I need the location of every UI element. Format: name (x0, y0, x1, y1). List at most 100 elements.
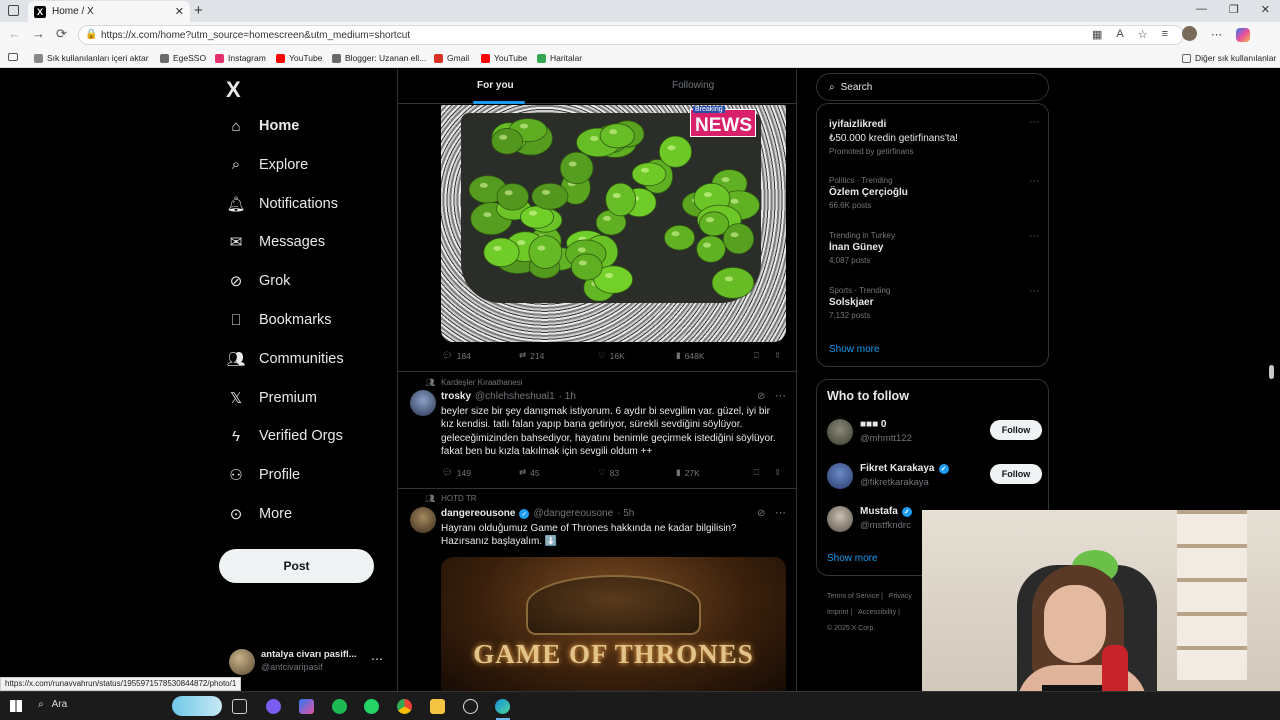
share-button[interactable]: ⇪ (774, 350, 781, 361)
favorite-star-icon[interactable]: ☆ (1138, 28, 1148, 42)
copilot-icon[interactable] (1236, 28, 1251, 42)
new-tab-button[interactable]: + (194, 2, 203, 19)
tweet-more-icon[interactable]: ⋯ (775, 389, 786, 402)
bookmark-item[interactable]: YouTube (481, 53, 527, 63)
reply-button[interactable]: 💬︎ 149 (442, 467, 471, 478)
close-window-icon[interactable]: ✕ (1261, 3, 1270, 16)
trend-more-icon[interactable]: ⋯ (1029, 117, 1039, 128)
grok-icon[interactable]: ⊘ (757, 508, 765, 519)
bookmark-item[interactable]: Haritalar (537, 53, 582, 63)
like-button[interactable]: ♡ 16K (598, 350, 625, 361)
trend-item[interactable]: Sports · Trending Solskjaer 7,132 posts ⋯ (829, 286, 1039, 320)
browser-tab[interactable]: X Home / X ✕ (28, 1, 190, 22)
tweet2-avatar[interactable] (410, 390, 436, 416)
trends-show-more[interactable]: Show more (829, 344, 880, 355)
bookmark-item[interactable]: YouTube (276, 53, 322, 63)
footer-privacy[interactable]: Privacy (889, 593, 912, 600)
who-to-follow-item[interactable]: ■■■ 0 @mhmtt122 Follow (827, 417, 1042, 447)
nav-item-premium[interactable]: 𝕏 Premium (227, 389, 317, 407)
repost-button[interactable]: ⇄ 45 (519, 467, 540, 478)
url-input[interactable]: 🔒 https://x.com/home?utm_source=homescre… (78, 25, 1184, 45)
account-switcher[interactable]: antalya civarı pasifl... @antcivaripasif… (229, 647, 389, 679)
who-show-more[interactable]: Show more (827, 553, 878, 564)
spotify-icon[interactable] (332, 699, 347, 714)
tweet-image-game-of-thrones[interactable]: GAME OF THRONES (441, 557, 786, 691)
tweet-more-icon[interactable]: ⋯ (775, 506, 786, 519)
trend-more-icon[interactable]: ⋯ (1029, 286, 1039, 297)
bookmark-item[interactable]: EgeSSO (160, 53, 206, 63)
edge-icon[interactable] (495, 699, 510, 714)
tweet3-handle[interactable]: @dangereousone (533, 508, 613, 519)
copilot-taskbar-icon[interactable] (299, 699, 314, 714)
chrome-icon[interactable] (397, 699, 412, 714)
who-to-follow-item[interactable]: Fikret Karakaya ✓ @fikretkarakaya Follow (827, 461, 1042, 491)
tweet-image-peppers[interactable]: Breaking NEWS (441, 105, 786, 342)
nav-item-communities[interactable]: 👥︎ Communities (226, 350, 343, 368)
grok-icon[interactable]: ⊘ (757, 391, 765, 402)
forward-icon[interactable]: → (32, 26, 45, 41)
back-icon[interactable]: ← (8, 26, 21, 41)
refresh-icon[interactable]: ⟳ (56, 26, 67, 42)
close-tab-icon[interactable]: ✕ (175, 5, 184, 18)
nav-item-explore[interactable]: ⌕ Explore (227, 156, 308, 174)
app-icon[interactable] (266, 699, 281, 714)
nav-item-home[interactable]: ⌂ Home (227, 117, 299, 135)
read-aloud-icon[interactable]: A (1116, 28, 1123, 42)
maximize-icon[interactable]: ❐ (1229, 3, 1239, 16)
taskbar-search[interactable]: ⌕ Ara (38, 699, 67, 710)
nav-item-grok[interactable]: ⊘ Grok (227, 272, 291, 290)
tab-actions-icon[interactable] (8, 5, 19, 16)
follow-button[interactable]: Follow (990, 420, 1042, 440)
follow-button[interactable]: Follow (990, 464, 1042, 484)
bookmark-item[interactable]: Instagram (215, 53, 266, 63)
favorites-icon[interactable]: ≡ (1162, 28, 1168, 42)
tweet2-context[interactable]: 👥︎ Kardeşler Kıraathanesi (425, 378, 523, 387)
nav-item-profile[interactable]: ⚇ Profile (227, 466, 300, 484)
settings-more-icon[interactable]: ⋯ (1211, 28, 1222, 42)
footer-accessibility[interactable]: Accessibility | (858, 609, 900, 616)
tweet2-time[interactable]: · 1h (559, 391, 576, 402)
tab-following[interactable]: Following (672, 80, 714, 91)
bookmark-menu-icon[interactable] (8, 53, 18, 61)
reply-button[interactable]: 💬︎ 184 (442, 350, 471, 361)
footer-imprint[interactable]: Imprint | (827, 609, 852, 616)
repost-button[interactable]: ⇄ 214 (519, 350, 544, 361)
tweet3-author[interactable]: dangereousone (441, 508, 515, 519)
tweet3-avatar[interactable] (410, 507, 436, 533)
bookmark-button[interactable]: ⎕ (754, 467, 759, 478)
nav-item-verified-orgs[interactable]: ϟ Verified Orgs (227, 427, 343, 445)
profile-avatar[interactable] (1182, 26, 1198, 41)
nav-item-more[interactable]: ⊙ More (227, 505, 292, 523)
x-logo-icon[interactable]: X (226, 77, 241, 103)
nav-item-messages[interactable]: ✉ Messages (227, 233, 325, 251)
share-button[interactable]: ⇪ (774, 467, 781, 478)
trend-item[interactable]: Politics · Trending Özlem Çerçioğlu 66.6K … (829, 176, 1039, 210)
footer-terms[interactable]: Terms of Service | (827, 593, 883, 600)
whatsapp-icon[interactable] (364, 699, 379, 714)
page-scrollbar[interactable] (1269, 365, 1274, 379)
bookmark-item[interactable]: Gmail (434, 53, 469, 63)
trend-item[interactable]: Trending in Turkey İnan Güney 4,087 posts ⋯ (829, 231, 1039, 265)
bookmark-item[interactable]: Sık kullanılanları içeri aktar (34, 53, 149, 63)
task-view-icon[interactable] (232, 699, 247, 714)
windows-start-icon[interactable] (10, 700, 22, 712)
search-input[interactable]: ⌕ Search (816, 73, 1049, 101)
trend-more-icon[interactable]: ⋯ (1029, 176, 1039, 187)
bookmark-button[interactable]: ⎕ (754, 350, 759, 361)
obs-icon[interactable] (463, 699, 478, 714)
app-available-icon[interactable]: ▦ (1092, 28, 1102, 42)
bookmark-item[interactable]: Blogger: Uzanan ell... (332, 53, 426, 63)
nav-item-bookmarks[interactable]: ⎕ Bookmarks (227, 311, 331, 329)
tweet2-handle[interactable]: @chlehsheshual1 (475, 391, 555, 402)
other-favorites[interactable]: Diğer sık kullanılanlar (1182, 53, 1276, 63)
tweet3-context[interactable]: 👥︎ HOTD TR (425, 494, 477, 503)
tweet2-author[interactable]: trosky (441, 391, 471, 402)
trend-item[interactable]: iyifaizlikredi ₺50.000 kredin getirfinans… (829, 117, 1039, 156)
account-more-icon[interactable]: ⋯ (371, 652, 383, 666)
like-button[interactable]: ♡ 83 (598, 467, 619, 478)
views-button[interactable]: ▮ 648K (676, 350, 705, 361)
views-button[interactable]: ▮ 27K (676, 467, 700, 478)
post-button[interactable]: Post (219, 549, 374, 583)
trend-more-icon[interactable]: ⋯ (1029, 231, 1039, 242)
tweet3-time[interactable]: · 5h (617, 508, 634, 519)
